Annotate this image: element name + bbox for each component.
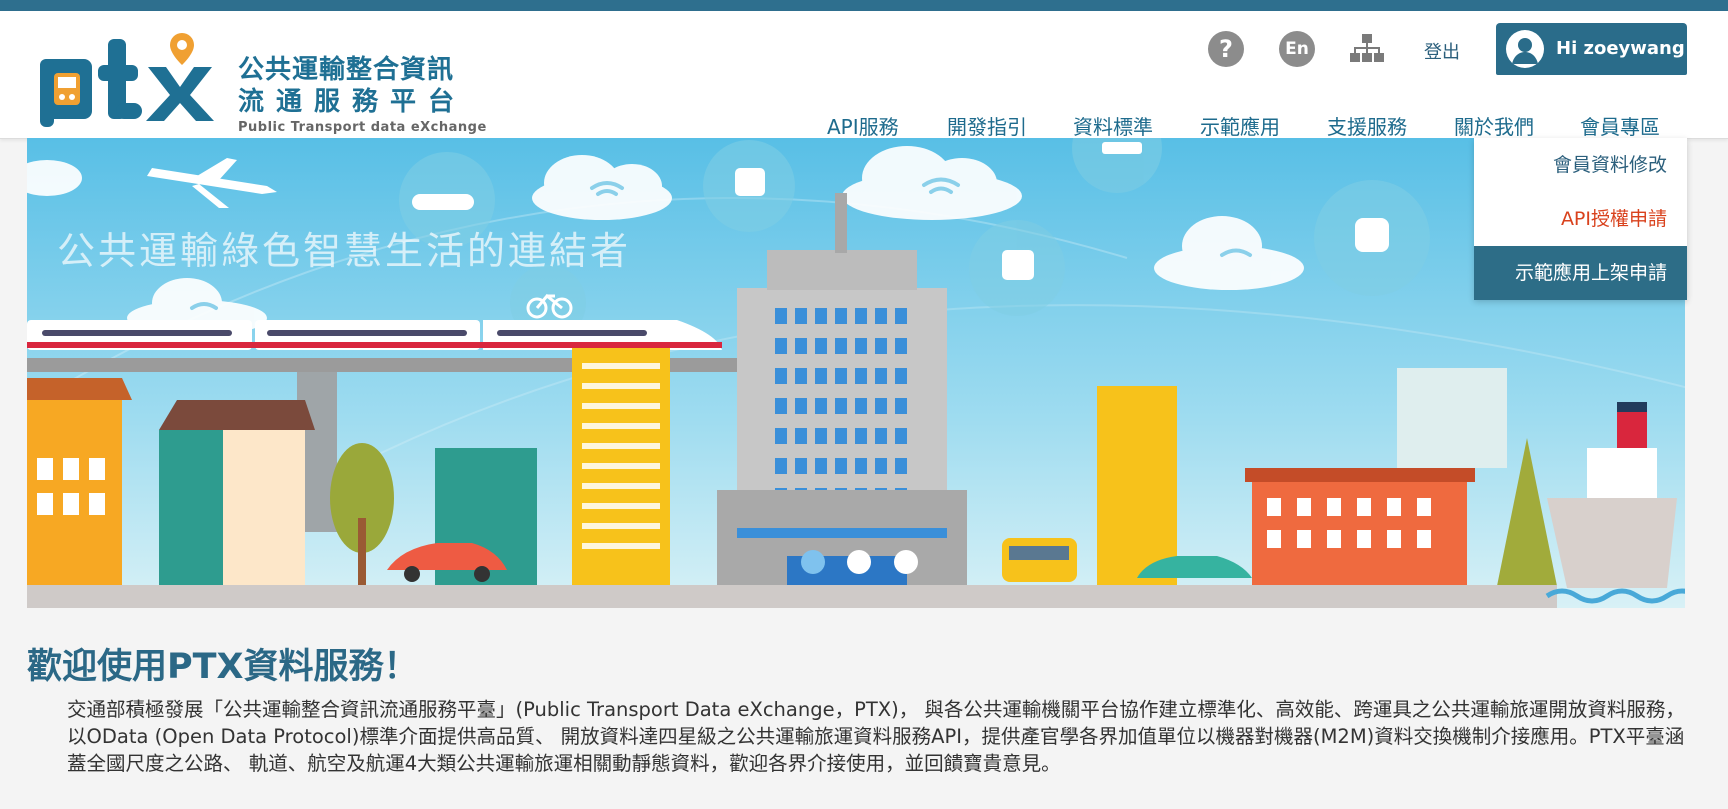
dropdown-item-demo-app-submission[interactable]: 示範應用上架申請 xyxy=(1474,246,1687,300)
logout-link[interactable]: 登出 xyxy=(1424,38,1460,64)
nav-support[interactable]: 支援服務 xyxy=(1327,111,1407,140)
top-accent-bar xyxy=(0,0,1728,11)
sitemap-icon[interactable] xyxy=(1350,33,1384,65)
nav-member-area[interactable]: 會員專區 xyxy=(1580,111,1660,140)
train-illustration xyxy=(27,320,722,350)
nav-dev-guide[interactable]: 開發指引 xyxy=(947,111,1027,140)
ptx-logo-icon[interactable] xyxy=(36,29,236,129)
carousel-dots xyxy=(801,550,918,574)
dropdown-item-api-authorization[interactable]: API授權申請 xyxy=(1474,192,1687,246)
banner-caption: 公共運輸綠色智慧生活的連結者 xyxy=(57,229,632,273)
carousel-dot-3 xyxy=(894,550,918,574)
member-area-dropdown: 會員資料修改 API授權申請 示範應用上架申請 xyxy=(1474,138,1687,300)
carousel-dot-2 xyxy=(847,550,871,574)
welcome-title: 歡迎使用PTX資料服務！ xyxy=(27,647,419,687)
nav-about-us[interactable]: 關於我們 xyxy=(1454,111,1534,140)
nav-api-services[interactable]: API服務 xyxy=(827,111,899,140)
user-greeting: Hi zoeywang xyxy=(1556,38,1685,59)
user-menu-button[interactable]: Hi zoeywang xyxy=(1496,23,1687,75)
language-switch-button[interactable]: En xyxy=(1279,31,1315,67)
dropdown-item-profile-edit[interactable]: 會員資料修改 xyxy=(1474,138,1687,192)
help-icon[interactable]: ? xyxy=(1208,31,1244,67)
nav-demo-apps[interactable]: 示範應用 xyxy=(1200,111,1280,140)
nav-data-standards[interactable]: 資料標準 xyxy=(1073,111,1153,140)
logo-title-line2: 流通服務平台 xyxy=(238,87,467,117)
city-illustration xyxy=(27,138,1685,608)
hero-banner: 公共運輸綠色智慧生活的連結者 xyxy=(27,138,1685,608)
intro-paragraph: 交通部積極發展「公共運輸整合資訊流通服務平臺」(Public Transport… xyxy=(67,698,1685,775)
user-avatar-icon xyxy=(1506,30,1544,68)
logo-subtitle: Public Transport data eXchange xyxy=(238,120,487,135)
site-header: 公共運輸整合資訊 流通服務平台 Public Transport data eX… xyxy=(0,11,1728,139)
carousel-dot-1 xyxy=(801,550,825,574)
